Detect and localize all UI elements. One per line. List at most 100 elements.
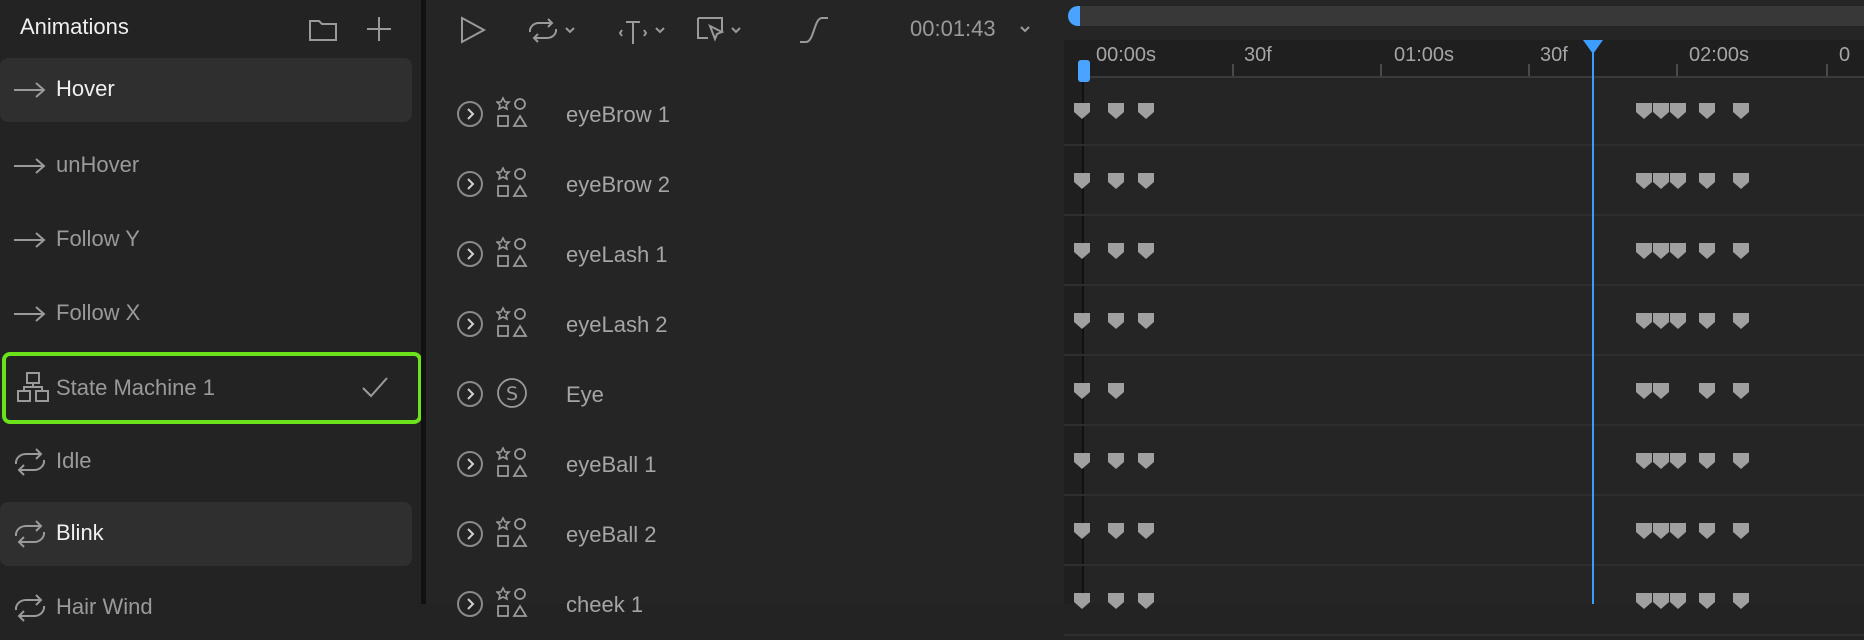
keyframe-icon[interactable]: [1073, 172, 1091, 190]
keyframe-icon[interactable]: [1073, 242, 1091, 260]
keyframe-icon[interactable]: [1073, 452, 1091, 470]
timeline-scrollbar[interactable]: [1068, 6, 1864, 26]
expand-chevron-icon[interactable]: [456, 170, 484, 198]
add-icon[interactable]: [362, 12, 396, 46]
select-mode-icon[interactable]: [694, 10, 750, 50]
keyframe-icon[interactable]: [1652, 312, 1670, 330]
keyframe-icon[interactable]: [1635, 592, 1653, 610]
keyframe-icon[interactable]: [1669, 522, 1687, 540]
keyframe-icon[interactable]: [1652, 172, 1670, 190]
key-interpolation-icon[interactable]: [618, 10, 672, 50]
keyframe-icon[interactable]: [1137, 172, 1155, 190]
playhead-line[interactable]: [1592, 52, 1594, 604]
keyframe-icon[interactable]: [1635, 382, 1653, 400]
animation-item-hair-wind[interactable]: Hair Wind: [0, 576, 412, 640]
expand-chevron-icon[interactable]: [456, 450, 484, 478]
keyframe-icon[interactable]: [1073, 102, 1091, 120]
layer-row[interactable]: cheek 1: [456, 584, 1056, 624]
expand-chevron-icon[interactable]: [456, 100, 484, 128]
keyframe-icon[interactable]: [1137, 522, 1155, 540]
keyframe-icon[interactable]: [1635, 172, 1653, 190]
layer-row[interactable]: S Eye: [456, 374, 1056, 414]
keyframe-icon[interactable]: [1107, 522, 1125, 540]
keyframe-icon[interactable]: [1732, 102, 1750, 120]
chevron-down-icon[interactable]: [1018, 22, 1032, 36]
keyframe-icon[interactable]: [1732, 592, 1750, 610]
keyframe-icon[interactable]: [1669, 452, 1687, 470]
keyframe-icon[interactable]: [1137, 592, 1155, 610]
expand-chevron-icon[interactable]: [456, 380, 484, 408]
keyframe-icon[interactable]: [1107, 102, 1125, 120]
keyframe-icon[interactable]: [1732, 312, 1750, 330]
keyframe-icon[interactable]: [1732, 452, 1750, 470]
animation-item-unhover[interactable]: unHover: [0, 134, 412, 198]
keyframe-icon[interactable]: [1635, 522, 1653, 540]
layer-row[interactable]: eyeBrow 1: [456, 94, 1056, 134]
scrollbar-handle[interactable]: [1068, 6, 1080, 26]
layer-row[interactable]: eyeBall 1: [456, 444, 1056, 484]
layer-row[interactable]: eyeBall 2: [456, 514, 1056, 554]
keyframe-icon[interactable]: [1669, 102, 1687, 120]
keyframe-icon[interactable]: [1652, 382, 1670, 400]
timeline-panel[interactable]: 00:00s 30f 01:00s 30f 02:00s 0: [1064, 0, 1864, 636]
play-icon[interactable]: [456, 10, 488, 50]
keyframe-icon[interactable]: [1073, 522, 1091, 540]
keyframe-icon[interactable]: [1698, 452, 1716, 470]
expand-chevron-icon[interactable]: [456, 240, 484, 268]
animation-item-follow-y[interactable]: Follow Y: [0, 208, 412, 272]
keyframe-icon[interactable]: [1635, 452, 1653, 470]
easing-curve-icon[interactable]: [798, 10, 830, 50]
expand-chevron-icon[interactable]: [456, 590, 484, 618]
layer-row[interactable]: eyeBrow 2: [456, 164, 1056, 204]
expand-chevron-icon[interactable]: [456, 520, 484, 548]
animation-item-state-machine-1[interactable]: State Machine 1: [2, 352, 422, 424]
keyframe-icon[interactable]: [1698, 172, 1716, 190]
keyframe-icon[interactable]: [1698, 102, 1716, 120]
loop-mode-icon[interactable]: [526, 10, 582, 50]
keyframe-icon[interactable]: [1107, 452, 1125, 470]
keyframe-icon[interactable]: [1635, 242, 1653, 260]
keyframe-icon[interactable]: [1652, 522, 1670, 540]
keyframe-icon[interactable]: [1652, 592, 1670, 610]
keyframe-icon[interactable]: [1107, 382, 1125, 400]
keyframe-icon[interactable]: [1107, 592, 1125, 610]
keyframe-icon[interactable]: [1732, 172, 1750, 190]
keyframe-icon[interactable]: [1107, 312, 1125, 330]
animation-item-idle[interactable]: Idle: [0, 430, 412, 494]
animation-item-blink[interactable]: Blink: [0, 502, 412, 566]
keyframe-icon[interactable]: [1635, 102, 1653, 120]
keyframe-icon[interactable]: [1652, 452, 1670, 470]
keyframe-icon[interactable]: [1073, 382, 1091, 400]
keyframe-icon[interactable]: [1732, 522, 1750, 540]
keyframe-icon[interactable]: [1073, 592, 1091, 610]
playhead-handle[interactable]: [1583, 40, 1603, 54]
keyframe-icon[interactable]: [1137, 312, 1155, 330]
keyframe-icon[interactable]: [1698, 242, 1716, 260]
keyframe-icon[interactable]: [1635, 312, 1653, 330]
expand-chevron-icon[interactable]: [456, 310, 484, 338]
folder-icon[interactable]: [306, 12, 340, 46]
keyframe-icon[interactable]: [1732, 242, 1750, 260]
keyframe-icon[interactable]: [1698, 592, 1716, 610]
keyframe-icon[interactable]: [1669, 172, 1687, 190]
keyframe-icon[interactable]: [1669, 312, 1687, 330]
keyframe-icon[interactable]: [1137, 242, 1155, 260]
time-readout[interactable]: 00:01:43: [910, 16, 996, 42]
keyframe-icon[interactable]: [1669, 242, 1687, 260]
time-ruler[interactable]: 00:00s 30f 01:00s 30f 02:00s 0: [1064, 40, 1864, 78]
keyframe-icon[interactable]: [1652, 102, 1670, 120]
layer-row[interactable]: eyeLash 1: [456, 234, 1056, 274]
keyframe-icon[interactable]: [1698, 522, 1716, 540]
layer-row[interactable]: eyeLash 2: [456, 304, 1056, 344]
keyframe-icon[interactable]: [1652, 242, 1670, 260]
keyframe-icon[interactable]: [1698, 382, 1716, 400]
keyframe-icon[interactable]: [1137, 102, 1155, 120]
keyframe-icon[interactable]: [1698, 312, 1716, 330]
keyframe-icon[interactable]: [1107, 242, 1125, 260]
keyframe-icon[interactable]: [1137, 452, 1155, 470]
keyframe-icon[interactable]: [1073, 312, 1091, 330]
animation-item-follow-x[interactable]: Follow X: [0, 282, 412, 346]
keyframe-icon[interactable]: [1669, 592, 1687, 610]
keyframe-icon[interactable]: [1732, 382, 1750, 400]
work-area-start-handle[interactable]: [1078, 60, 1090, 82]
